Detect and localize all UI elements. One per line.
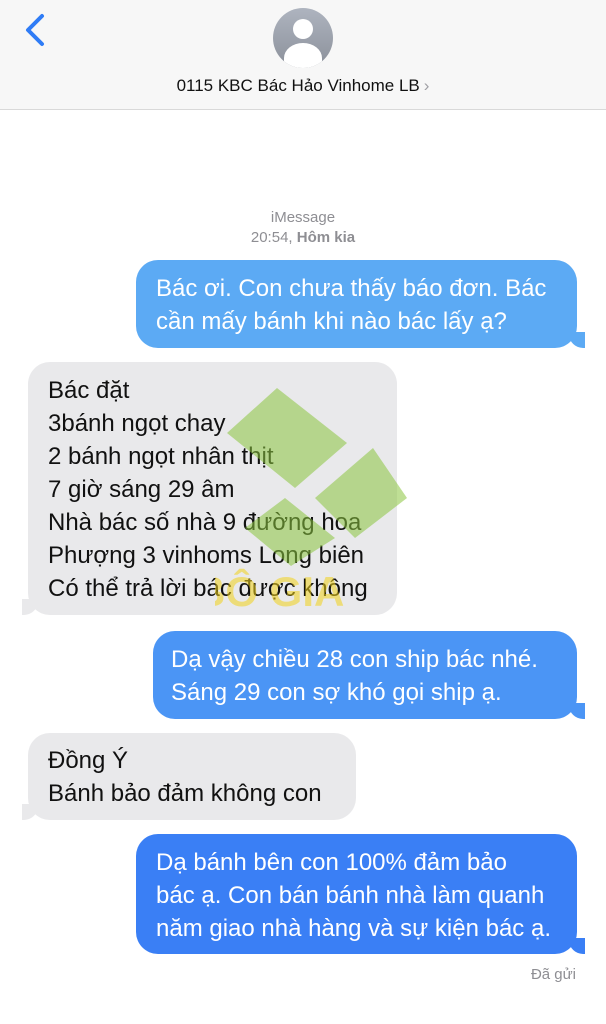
message-outgoing[interactable]: Dạ vậy chiều 28 con ship bác nhé. Sáng 2…: [153, 631, 577, 719]
person-icon: [293, 19, 313, 39]
contact-name: 0115 KBC Bác Hảo Vinhome LB: [176, 76, 420, 95]
contact-avatar[interactable]: [273, 8, 333, 68]
timestamp: 20:54, Hôm kia: [0, 229, 606, 246]
message-incoming[interactable]: Đồng Ý Bánh bảo đảm không con: [28, 733, 356, 820]
message-incoming[interactable]: Bác đặt 3bánh ngọt chay 2 bánh ngọt nhân…: [28, 362, 397, 615]
delivery-status: Đã gửi: [530, 966, 576, 983]
service-label: iMessage: [270, 209, 336, 226]
back-button[interactable]: [22, 10, 62, 54]
chevron-right-icon: ›: [423, 76, 430, 95]
timestamp-day: Hôm kia: [296, 229, 356, 246]
timestamp-time: 20:54,: [250, 229, 293, 246]
contact-name-button[interactable]: 0115 KBC Bác Hảo Vinhome LB ›: [0, 76, 606, 96]
chevron-left-icon: [26, 14, 44, 46]
message-outgoing[interactable]: Bác ơi. Con chưa thấy báo đơn. Bác cần m…: [136, 260, 577, 348]
message-outgoing[interactable]: Dạ bánh bên con 100% đảm bảo bác ạ. Con …: [136, 834, 577, 954]
conversation-header: 0115 KBC Bác Hảo Vinhome LB ›: [0, 0, 606, 110]
